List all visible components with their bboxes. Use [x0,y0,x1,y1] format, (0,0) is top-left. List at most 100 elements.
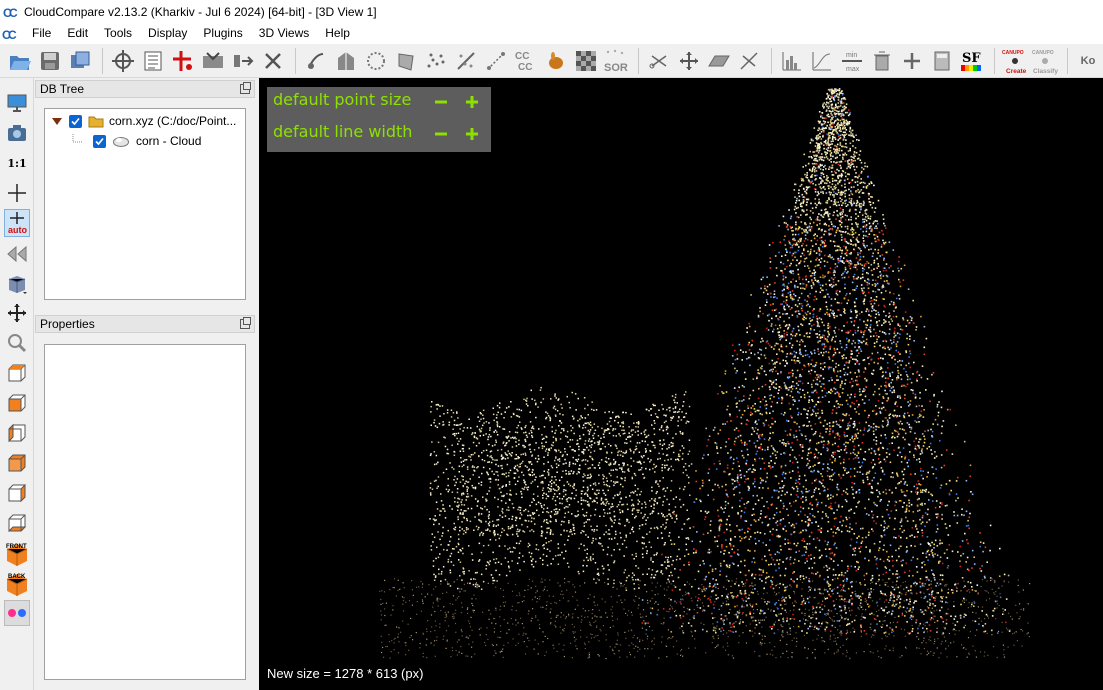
plane-button[interactable] [705,47,733,75]
cloud-point [783,300,785,303]
menu-help[interactable]: Help [317,23,358,44]
translate-button[interactable] [675,47,703,75]
zoom-button[interactable] [4,330,30,356]
cc-compare-button[interactable]: CC CC [512,47,540,75]
view-right-button[interactable] [4,480,30,506]
cloud-point [720,565,722,567]
delete-button[interactable] [259,47,287,75]
cloud-point [808,543,811,545]
screen-button[interactable] [4,90,30,116]
zoom-1-1-button[interactable]: 1:1 [4,150,30,176]
save-button[interactable] [36,47,64,75]
cloud-point [919,453,922,455]
checkbox-cloud[interactable] [93,134,106,148]
cloud-point [815,611,817,614]
list-button[interactable] [139,47,167,75]
cloud-point [715,468,718,470]
cloud-point [900,545,902,548]
view-left-button[interactable] [4,420,30,446]
menu-plugins[interactable]: Plugins [195,23,250,44]
collapse-arrow-icon[interactable] [51,116,63,126]
cloud-point [825,305,828,308]
stereo-button[interactable] [4,600,30,626]
view-cube-button[interactable] [4,271,30,297]
view-front-button[interactable] [4,390,30,416]
menu-3d-views[interactable]: 3D Views [251,23,317,44]
interaction-button[interactable] [4,300,30,326]
cloud-point [831,117,833,119]
cloud-point [814,376,817,379]
octree-button[interactable] [332,47,360,75]
subsample-button[interactable] [392,47,420,75]
tree-item-file[interactable]: corn.xyz (C:/doc/Point... [51,114,236,128]
menu-file[interactable]: File [24,23,59,44]
view-iso-front-button[interactable]: FRONT [4,539,30,567]
pivot-button[interactable] [4,180,30,206]
checkbox-file[interactable] [69,114,82,128]
perspective-button[interactable] [4,241,30,267]
float-panel-icon[interactable] [240,317,251,329]
ko-button[interactable]: Ko [1074,47,1102,75]
filter-button[interactable] [868,47,896,75]
sample-button[interactable] [362,47,390,75]
cloud-point [860,527,862,530]
cloud-point [834,149,837,152]
potato-button[interactable] [542,47,570,75]
point-pair-button[interactable] [169,47,197,75]
fit-button[interactable] [735,47,763,75]
cloud-point [833,472,836,474]
cloud-point [719,562,722,565]
menu-edit[interactable]: Edit [59,23,96,44]
cloud-point [866,281,869,284]
distance-button[interactable] [482,47,510,75]
camera-button[interactable] [4,120,30,146]
cloud-point [867,310,870,313]
cloud-point [959,565,962,568]
scissors-button[interactable] [645,47,673,75]
merge-button[interactable] [229,47,257,75]
cloud-point [816,317,819,320]
view-back-button[interactable] [4,450,30,476]
cloud-point [749,613,752,615]
view-bottom-button[interactable] [4,510,30,536]
cloud-point [843,574,845,577]
cloud-point [872,252,874,255]
normals-button[interactable] [302,47,330,75]
sor-button[interactable]: SOR [602,47,630,75]
scatter-button[interactable] [422,47,450,75]
point-picking-button[interactable] [109,47,137,75]
cloud-point [811,359,813,361]
auto-pivot-button[interactable]: auto [4,209,30,237]
tree-item-cloud[interactable]: corn - Cloud [71,134,201,148]
cloud-point [856,278,859,280]
cloud-point [840,217,842,219]
menu-display[interactable]: Display [140,23,195,44]
cloud-point [822,216,825,218]
cloud-point [750,352,752,354]
cloud-point [714,540,717,543]
fit-distribution-button[interactable] [808,47,836,75]
canupo-create-button[interactable]: CANUPO Create [1001,47,1029,75]
cloud-point [809,320,812,322]
view-top-button[interactable] [4,360,30,386]
clone-button[interactable] [66,47,94,75]
cloud-point [924,430,926,433]
float-panel-icon[interactable] [240,82,251,94]
open-button[interactable] [6,47,34,75]
checker-button[interactable] [572,47,600,75]
sf-colors-button[interactable]: SF [958,47,986,75]
3d-view[interactable]: default point size default line width Ne… [259,78,1103,690]
view-iso-back-button[interactable]: BACK [4,569,30,597]
cloud-point [834,138,837,141]
segment-button[interactable] [199,47,227,75]
menu-tools[interactable]: Tools [96,23,140,44]
histogram-button[interactable] [778,47,806,75]
resample-button[interactable] [452,47,480,75]
cloudcompare-menu-icon[interactable]: C C [2,27,18,41]
add-sf-button[interactable] [898,47,926,75]
cloud-point [811,352,813,355]
minmax-button[interactable]: min max [838,47,866,75]
calculator-button[interactable] [928,47,956,75]
cloud-point [795,522,798,525]
canupo-classify-button[interactable]: CANUPO Classify [1031,47,1059,75]
